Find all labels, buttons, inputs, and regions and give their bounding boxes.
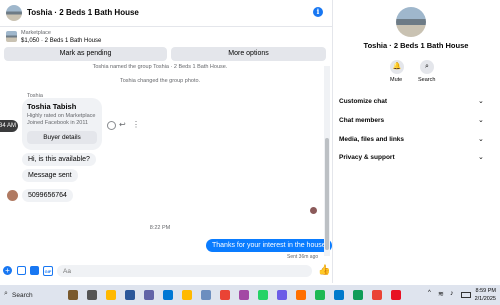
taskbar-app-icon[interactable] [334, 290, 344, 300]
scrollbar-thumb[interactable] [325, 138, 329, 250]
time-divider: 8:22 PM [149, 225, 171, 231]
chevron-down-icon[interactable]: ⌄ [478, 135, 484, 143]
taskbar-app-icon[interactable] [163, 290, 173, 300]
group-avatar[interactable] [6, 5, 22, 21]
chat-members-row[interactable]: Chat members [339, 117, 384, 124]
listing-title[interactable]: $1,050 · 2 Beds 1 Bath House [21, 38, 101, 44]
sent-message[interactable]: Thanks for your interest in the house [206, 239, 332, 252]
taskbar-app-icon[interactable] [277, 290, 287, 300]
customize-chat-row[interactable]: Customize chat [339, 98, 387, 105]
chevron-down-icon[interactable]: ⌄ [478, 97, 484, 105]
plus-icon[interactable]: + [3, 266, 12, 275]
chevron-up-icon[interactable]: ^ [428, 290, 431, 296]
message-input[interactable] [57, 265, 312, 277]
mute-label: Mute [390, 77, 403, 83]
sent-status: Sent 36m ago [287, 254, 319, 260]
chat-title[interactable]: Toshia · 2 Beds 1 Bath House [27, 8, 139, 17]
taskbar-app-icon[interactable] [391, 290, 401, 300]
buyer-joined: Joined Facebook in 2011 [27, 120, 89, 126]
wifi-icon[interactable]: ≋ [438, 290, 444, 298]
listing-source: Marketplace [21, 30, 51, 36]
taskbar-search[interactable]: Search [12, 292, 33, 299]
image-icon[interactable] [17, 266, 26, 275]
taskbar-app-icon[interactable] [201, 290, 211, 300]
group-photo[interactable] [396, 7, 426, 37]
timestamp-tooltip: 8:34 AM [0, 120, 18, 132]
mark-as-pending-button[interactable]: Mark as pending [4, 47, 167, 61]
chevron-down-icon[interactable]: ⌄ [478, 116, 484, 124]
received-message[interactable]: Message sent [22, 169, 78, 182]
media-files-links-row[interactable]: Media, files and links [339, 136, 404, 143]
gif-icon[interactable]: GIF [43, 266, 53, 276]
react-icon[interactable] [107, 121, 116, 130]
taskbar-app-icon[interactable] [353, 290, 363, 300]
privacy-support-row[interactable]: Privacy & support [339, 154, 395, 161]
taskbar-app-icon[interactable] [296, 290, 306, 300]
taskbar-app-icon[interactable] [239, 290, 249, 300]
taskbar-app-icon[interactable] [68, 290, 78, 300]
info-icon[interactable]: i [313, 7, 323, 17]
sticker-icon[interactable] [30, 266, 39, 275]
search-label: Search [418, 77, 436, 83]
reply-icon[interactable]: ↩ [119, 120, 126, 129]
taskbar-app-icon[interactable] [125, 290, 135, 300]
panel-title: Toshia · 2 Beds 1 Bath House [363, 41, 469, 50]
clock-time[interactable]: 8:59 PM [474, 288, 496, 294]
read-receipt-avatar [310, 207, 317, 214]
received-message[interactable]: Hi, is this available? [22, 153, 96, 166]
search-icon[interactable]: ⌕ [420, 60, 434, 74]
taskbar-app-icon[interactable] [315, 290, 325, 300]
taskbar-app-icon[interactable] [258, 290, 268, 300]
clock-date[interactable]: 2/1/2025 [470, 296, 496, 302]
more-menu-icon[interactable]: ⋮ [132, 120, 140, 129]
buyer-details-button[interactable]: Buyer details [27, 131, 97, 144]
taskbar-app-icon[interactable] [182, 290, 192, 300]
like-icon[interactable]: 👍 [318, 265, 330, 276]
system-message: Toshia changed the group photo. [119, 78, 201, 84]
system-message: Toshia named the group Toshia · 2 Beds 1… [92, 64, 228, 70]
buyer-rating: Highly rated on Marketplace [27, 113, 96, 119]
chevron-down-icon[interactable]: ⌄ [478, 153, 484, 161]
sender-avatar[interactable] [7, 190, 18, 201]
buyer-name: Toshia Tabish [27, 102, 77, 111]
taskbar-app-icon[interactable] [220, 290, 230, 300]
listing-thumbnail[interactable] [6, 31, 17, 42]
taskbar-app-icon[interactable] [144, 290, 154, 300]
taskbar-app-icon[interactable] [87, 290, 97, 300]
volume-icon[interactable]: ♪ [450, 290, 454, 297]
bell-icon[interactable]: 🔔 [390, 60, 404, 74]
search-icon[interactable]: ⌕ [4, 290, 8, 298]
taskbar-app-icon[interactable] [372, 290, 382, 300]
received-message[interactable]: 5099656764 [22, 189, 73, 202]
taskbar-app-icon[interactable] [106, 290, 116, 300]
more-options-button[interactable]: More options [171, 47, 326, 61]
